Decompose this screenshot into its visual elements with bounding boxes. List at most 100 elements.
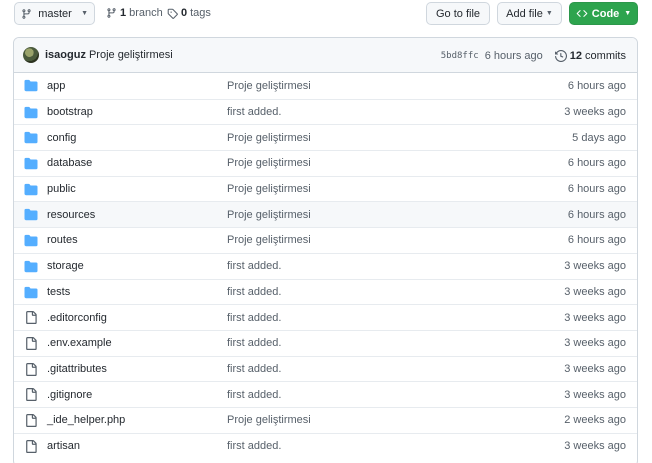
file-name-link[interactable]: routes <box>47 234 78 246</box>
file-name-link[interactable]: app <box>47 80 65 92</box>
file-name-link[interactable]: tests <box>47 286 70 298</box>
file-commit-age: 3 weeks ago <box>564 285 626 298</box>
file-name-link[interactable]: resources <box>47 209 95 221</box>
commit-author[interactable]: isaoguz <box>45 49 86 61</box>
file-name-link[interactable]: artisan <box>47 440 80 452</box>
file-commit-message[interactable]: Proje geliştirmesi <box>227 183 311 195</box>
chevron-down-icon: ▼ <box>624 10 632 17</box>
file-commit-age: 6 hours ago <box>567 79 626 92</box>
file-commit-age: 3 weeks ago <box>564 439 626 452</box>
file-commit-message[interactable]: first added. <box>227 312 281 324</box>
branch-select-button[interactable]: master ▼ <box>14 2 95 25</box>
folder-icon <box>24 183 38 196</box>
file-row[interactable]: .env.example first added. 3 weeks ago <box>14 329 637 356</box>
folder-icon <box>24 260 38 273</box>
branch-icon <box>21 8 32 20</box>
history-icon <box>554 49 567 62</box>
branch-name: master <box>38 7 72 20</box>
file-name-link[interactable]: _ide_helper.php <box>47 414 125 426</box>
code-icon <box>576 8 588 19</box>
file-row[interactable]: public Proje geliştirmesi 6 hours ago <box>14 175 637 202</box>
file-commit-message[interactable]: Proje geliştirmesi <box>227 209 311 221</box>
file-name-link[interactable]: .editorconfig <box>47 312 107 324</box>
branch-count: 1 <box>120 7 127 19</box>
file-commit-message[interactable]: first added. <box>227 286 281 298</box>
file-row[interactable]: .gitattributes first added. 3 weeks ago <box>14 355 637 382</box>
chevron-down-icon: ▼ <box>545 10 553 17</box>
file-commit-message[interactable]: first added. <box>227 106 281 118</box>
code-button[interactable]: Code ▼ <box>569 2 638 25</box>
file-commit-message[interactable]: Proje geliştirmesi <box>227 157 311 169</box>
file-row[interactable]: routes Proje geliştirmesi 6 hours ago <box>14 227 637 253</box>
file-commit-age: 2 weeks ago <box>564 414 626 427</box>
latest-commit-bar: isaoguz Proje geliştirmesi 5bd8ffc 6 hou… <box>14 38 637 73</box>
file-row[interactable]: app Proje geliştirmesi 6 hours ago <box>14 73 637 99</box>
file-name-link[interactable]: config <box>47 132 76 144</box>
file-row[interactable]: bootstrap first added. 3 weeks ago <box>14 98 637 125</box>
file-name-link[interactable]: .env.example <box>47 337 112 349</box>
commit-count: 12 <box>569 49 583 62</box>
file-commit-age: 5 days ago <box>572 131 626 144</box>
file-commit-message[interactable]: Proje geliştirmesi <box>227 234 311 246</box>
folder-icon <box>24 131 38 144</box>
file-name-link[interactable]: database <box>47 157 92 169</box>
file-commit-message[interactable]: first added. <box>227 363 281 375</box>
tag-icon <box>167 8 178 19</box>
chevron-down-icon: ▼ <box>81 10 88 17</box>
file-row[interactable]: _ide_helper.php Proje geliştirmesi 2 weeks… <box>14 406 637 433</box>
file-row[interactable]: config Proje geliştirmesi 5 days ago <box>14 124 637 150</box>
folder-icon <box>24 106 38 119</box>
file-commit-message[interactable]: first added. <box>227 337 281 349</box>
file-row[interactable]: .editorconfig first added. 3 weeks ago <box>14 304 637 330</box>
branches-link[interactable]: 1 branch <box>106 7 163 19</box>
file-commit-age: 3 weeks ago <box>564 337 626 350</box>
file-commit-age: 6 hours ago <box>567 157 626 170</box>
file-icon <box>24 311 38 325</box>
add-file-label: Add file <box>506 7 543 20</box>
folder-icon <box>24 286 38 299</box>
file-icon <box>24 413 38 427</box>
avatar[interactable] <box>23 47 39 63</box>
file-name-link[interactable]: .gitignore <box>47 389 92 401</box>
file-commit-message[interactable]: first added. <box>227 440 281 452</box>
file-row[interactable]: database Proje geliştirmesi 6 hours ago <box>14 150 637 176</box>
commits-history-link[interactable]: 12 commits <box>554 49 626 62</box>
file-commit-message[interactable]: Proje geliştirmesi <box>227 80 311 92</box>
file-row[interactable]: .gitignore first added. 3 weeks ago <box>14 381 637 407</box>
file-row[interactable]: storage first added. 3 weeks ago <box>14 252 637 279</box>
commit-message[interactable]: Proje geliştirmesi <box>89 49 173 61</box>
file-name-link[interactable]: .gitattributes <box>47 363 107 375</box>
commit-details: 5bd8ffc 6 hours ago 12 commits <box>441 38 626 73</box>
folder-icon <box>24 208 38 221</box>
tag-count: 0 <box>181 7 188 19</box>
repo-toolbar: master ▼ 1 branch 0 tags Go to file Add … <box>14 2 638 26</box>
file-commit-message[interactable]: first added. <box>227 260 281 272</box>
file-commit-age: 3 weeks ago <box>564 362 626 375</box>
file-name-link[interactable]: bootstrap <box>47 106 93 118</box>
file-row[interactable]: resources Proje geliştirmesi 6 hours ago <box>14 201 637 228</box>
file-name-link[interactable]: public <box>47 183 76 195</box>
go-to-file-button[interactable]: Go to file <box>426 2 490 25</box>
file-commit-age: 3 weeks ago <box>564 260 626 273</box>
file-row[interactable]: artisan first added. 3 weeks ago <box>14 432 637 459</box>
folder-icon <box>24 234 38 247</box>
file-commit-age: 6 hours ago <box>567 208 626 221</box>
file-commit-message[interactable]: Proje geliştirmesi <box>227 414 311 426</box>
file-row[interactable]: tests first added. 3 weeks ago <box>14 278 637 305</box>
tags-link[interactable]: 0 tags <box>167 7 211 19</box>
file-commit-age: 3 weeks ago <box>564 388 626 401</box>
file-commit-age: 6 hours ago <box>567 234 626 247</box>
folder-icon <box>24 79 38 92</box>
branch-label: branch <box>129 7 163 19</box>
file-icon <box>24 336 38 350</box>
add-file-button[interactable]: Add file ▼ <box>497 2 562 25</box>
file-name-link[interactable]: storage <box>47 260 84 272</box>
commits-label: commits <box>585 49 626 62</box>
tag-label: tags <box>190 7 211 19</box>
file-commit-message[interactable]: Proje geliştirmesi <box>227 132 311 144</box>
code-label: Code <box>591 7 620 20</box>
file-commit-age: 3 weeks ago <box>564 311 626 324</box>
file-icon <box>24 388 38 402</box>
commit-sha[interactable]: 5bd8ffc <box>441 51 479 61</box>
file-commit-message[interactable]: first added. <box>227 389 281 401</box>
